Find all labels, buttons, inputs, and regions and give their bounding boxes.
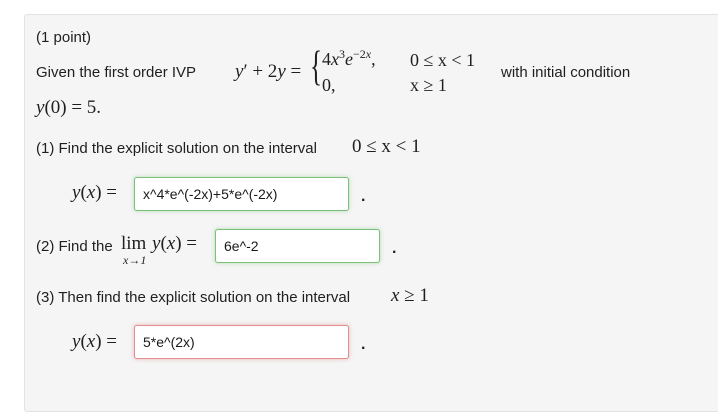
piece1-cond: 0 ≤ x < 1 [410,50,476,70]
part2-answer-input[interactable]: 6e^-2 [215,229,380,263]
part1-interval: 0 ≤ x < 1 [352,136,421,157]
part3-answer-label: y(x) = [72,331,117,352]
part1-answer-input[interactable]: x^4*e^(-2x)+5*e^(-2x) [134,177,349,211]
piece2-cond: x ≥ 1 [410,75,447,95]
part1-answer-label: y(x) = [72,182,117,203]
points-label: (1 point) [36,29,92,46]
piece1-expr: 4x3e−2x, [322,47,376,69]
part3-trailing-period: . [361,336,366,353]
part2-trailing-period: . [392,240,397,257]
part3-interval: x ≥ 1 [391,285,429,306]
initial-condition: y(0) = 5. [36,97,102,118]
lim-arg: y(x) = [152,233,197,254]
part3-prompt: (3) Then find the explicit solution on t… [36,289,351,306]
part1-trailing-period: . [361,188,366,205]
with-condition-text: with initial condition [501,64,631,81]
piecewise-brace: { [310,44,323,90]
lim-word: lim [121,233,147,254]
ivp-lhs: y′ + 2y = [235,61,302,82]
part3-answer-input[interactable]: 5*e^(2x) [134,325,349,359]
lim-subscript: x→1 [123,253,147,267]
intro-text: Given the first order IVP [36,64,197,81]
part2-prompt: (2) Find the [36,238,113,255]
piece2-expr: 0, [322,75,336,95]
part1-prompt: (1) Find the explicit solution on the in… [36,140,317,157]
